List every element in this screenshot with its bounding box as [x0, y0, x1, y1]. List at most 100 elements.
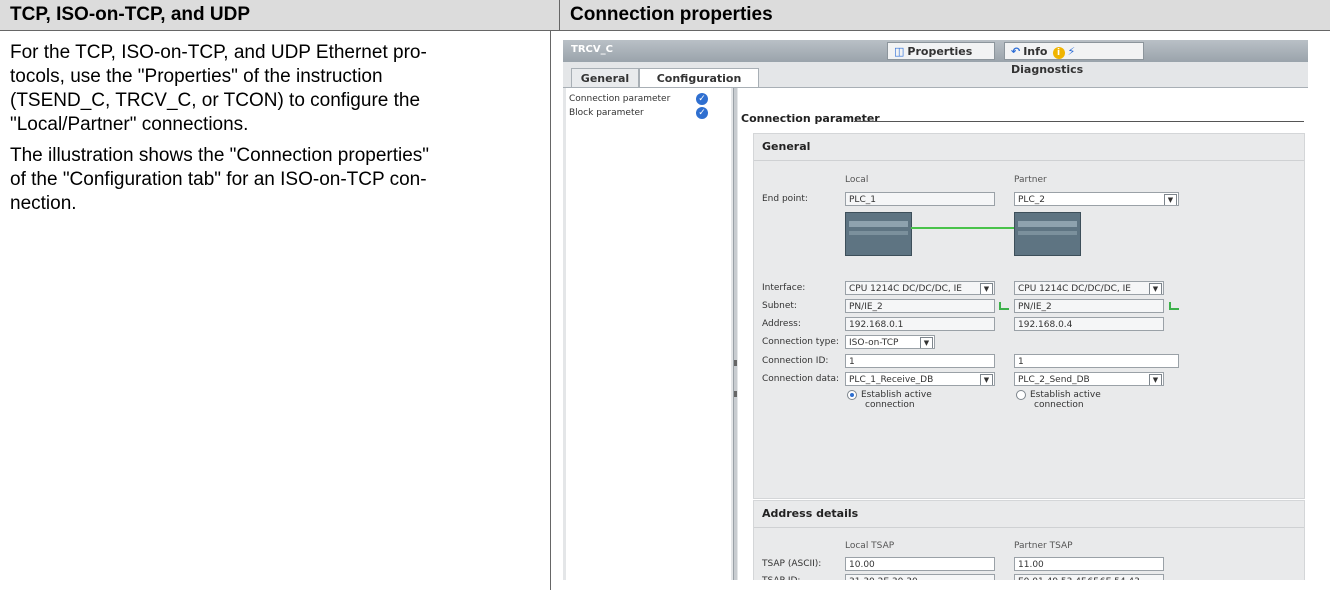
- tab-properties-label: Properties: [907, 45, 973, 58]
- group-divider: [754, 527, 1304, 528]
- partner-end-point-value: PLC_2: [1018, 195, 1045, 205]
- connection-parameter-pane: Connection parameter General Local Partn…: [738, 88, 1308, 580]
- partner-end-point-select[interactable]: PLC_2 ▼: [1014, 192, 1179, 206]
- local-address-field: 192.168.0.1: [845, 317, 995, 331]
- local-establish-active-radio[interactable]: [847, 390, 857, 400]
- col-partner-tsap: Partner TSAP: [1014, 541, 1073, 551]
- partner-establish-active-label: Establish active connection: [1030, 390, 1101, 410]
- general-title: General: [762, 140, 811, 153]
- table-header-right: Connection properties: [560, 0, 1330, 31]
- chevron-down-icon: ▼: [980, 283, 993, 294]
- label-interface: Interface:: [762, 283, 806, 293]
- local-tsap-ascii-input[interactable]: 10.00: [845, 557, 995, 571]
- partner-tsap-ascii-input[interactable]: 11.00: [1014, 557, 1164, 571]
- general-group: General Local Partner End point: PLC_1 P…: [753, 133, 1305, 499]
- label-connection-id: Connection ID:: [762, 356, 829, 366]
- table-cell-left: For the TCP, ISO-on-TCP, and UDP Etherne…: [0, 31, 551, 590]
- partner-connection-id-input[interactable]: 1: [1014, 354, 1179, 368]
- connection-type-select[interactable]: ISO-on-TCP ▼: [845, 335, 935, 349]
- check-icon: ✓: [696, 107, 708, 119]
- paragraph-line: The illustration shows the "Connection p…: [10, 145, 430, 166]
- window-title: TRCV_C: [571, 44, 613, 55]
- config-nav: Connection parameter ✓ Block parameter ✓: [566, 88, 731, 580]
- check-icon: ✓: [696, 93, 708, 105]
- properties-screenshot: TRCV_C ◫ Properties ↶ Info i ⚡ Diagnostics Ge…: [563, 40, 1308, 580]
- info-badge-icon: i: [1052, 47, 1065, 59]
- partner-connection-data-value: PLC_2_Send_DB: [1018, 375, 1090, 385]
- tab-diagnostics-label: Diagnostics: [1011, 63, 1084, 76]
- partner-subnet-field: PN/IE_2: [1014, 299, 1164, 313]
- partner-address-field: 192.168.0.4: [1014, 317, 1164, 331]
- paragraph-line: nection.: [10, 193, 77, 214]
- col-local: Local: [845, 175, 869, 185]
- group-divider: [754, 160, 1304, 161]
- address-details-group: Address details Local TSAP Partner TSAP …: [753, 500, 1305, 580]
- paragraph-line: "Local/Partner" connections.: [10, 114, 249, 135]
- tab-configuration[interactable]: Configuration: [639, 68, 759, 88]
- address-details-title: Address details: [762, 507, 859, 520]
- tab-info[interactable]: ↶ Info i ⚡ Diagnostics: [1004, 42, 1144, 76]
- col-local-tsap: Local TSAP: [845, 541, 895, 551]
- chevron-down-icon: ▼: [920, 337, 933, 348]
- partner-connection-data-select[interactable]: PLC_2_Send_DB ▼: [1014, 372, 1164, 386]
- chevron-down-icon: ▼: [980, 374, 993, 385]
- splitter-grip-icon: [734, 391, 737, 397]
- paragraph-line: of the "Configuration tab" for an ISO-on…: [10, 169, 427, 190]
- splitter-grip-icon: [734, 360, 737, 366]
- radio-label-line: connection: [865, 400, 915, 410]
- document-table: TCP, ISO-on-TCP, and UDP Connection prop…: [0, 0, 1330, 590]
- local-connection-id-input[interactable]: 1: [845, 354, 995, 368]
- nav-item-block-parameter[interactable]: Block parameter ✓: [569, 107, 708, 119]
- paragraph-illustration: The illustration shows the "Connection p…: [10, 144, 540, 216]
- chevron-down-icon: ▼: [1149, 374, 1162, 385]
- label-connection-type: Connection type:: [762, 337, 839, 347]
- label-tsap-id: TSAP ID:: [762, 576, 800, 580]
- radio-label-line: Establish active: [861, 390, 932, 400]
- nav-item-label: Block parameter: [569, 108, 644, 118]
- tab-general[interactable]: General: [571, 68, 639, 88]
- col-partner: Partner: [1014, 175, 1047, 185]
- paragraph-line: (TSEND_C, TRCV_C, or TCON) to configure …: [10, 90, 421, 111]
- tab-info-label: Info: [1023, 45, 1048, 58]
- local-establish-active-label: Establish active connection: [861, 390, 932, 410]
- local-connection-data-value: PLC_1_Receive_DB: [849, 375, 934, 385]
- partner-tsap-id-field: E0.01.49.53.4F.6F.6E.54.43: [1014, 574, 1164, 580]
- label-end-point: End point:: [762, 194, 808, 204]
- local-interface-select[interactable]: CPU 1214C DC/DC/DC, IE ▼: [845, 281, 995, 295]
- network-icon: [1169, 302, 1179, 310]
- properties-icon: ◫: [894, 45, 905, 58]
- label-subnet: Subnet:: [762, 301, 797, 311]
- connection-type-value: ISO-on-TCP: [849, 338, 899, 348]
- nav-item-label: Connection parameter: [569, 94, 671, 104]
- label-tsap-ascii: TSAP (ASCII):: [762, 559, 822, 569]
- info-arrow-icon: ↶: [1011, 45, 1021, 58]
- paragraph-line: For the TCP, ISO-on-TCP, and UDP Etherne…: [10, 42, 427, 63]
- pane-splitter[interactable]: [733, 88, 737, 580]
- local-subnet-field: PN/IE_2: [845, 299, 995, 313]
- local-connection-data-select[interactable]: PLC_1_Receive_DB ▼: [845, 372, 995, 386]
- radio-label-line: Establish active: [1030, 390, 1101, 400]
- radio-label-line: connection: [1034, 400, 1084, 410]
- section-rule: [854, 121, 1304, 122]
- local-interface-value: CPU 1214C DC/DC/DC, IE: [849, 284, 962, 294]
- paragraph-intro: For the TCP, ISO-on-TCP, and UDP Etherne…: [10, 41, 540, 137]
- network-icon: [999, 302, 1009, 310]
- partner-establish-active-radio[interactable]: [1016, 390, 1026, 400]
- nav-item-connection-parameter[interactable]: Connection parameter ✓: [569, 93, 708, 105]
- table-header-left: TCP, ISO-on-TCP, and UDP: [0, 0, 560, 31]
- section-title: Connection parameter: [741, 112, 880, 125]
- connection-link-line: [911, 227, 1014, 229]
- local-tsap-id-field: 31.30.2E.30.30: [845, 574, 995, 580]
- chevron-down-icon: ▼: [1149, 283, 1162, 294]
- local-end-point-field: PLC_1: [845, 192, 995, 206]
- partner-interface-select[interactable]: CPU 1214C DC/DC/DC, IE ▼: [1014, 281, 1164, 295]
- label-connection-data: Connection data:: [762, 374, 840, 384]
- partner-plc-device-icon: [1014, 212, 1081, 256]
- partner-interface-value: CPU 1214C DC/DC/DC, IE: [1018, 284, 1131, 294]
- tab-properties[interactable]: ◫ Properties: [887, 42, 995, 60]
- paragraph-line: tocols, use the "Properties" of the inst…: [10, 66, 383, 87]
- label-address: Address:: [762, 319, 801, 329]
- chevron-down-icon: ▼: [1164, 194, 1177, 205]
- local-plc-device-icon: [845, 212, 912, 256]
- window-titlebar: TRCV_C ◫ Properties ↶ Info i ⚡ Diagnostics: [563, 40, 1308, 76]
